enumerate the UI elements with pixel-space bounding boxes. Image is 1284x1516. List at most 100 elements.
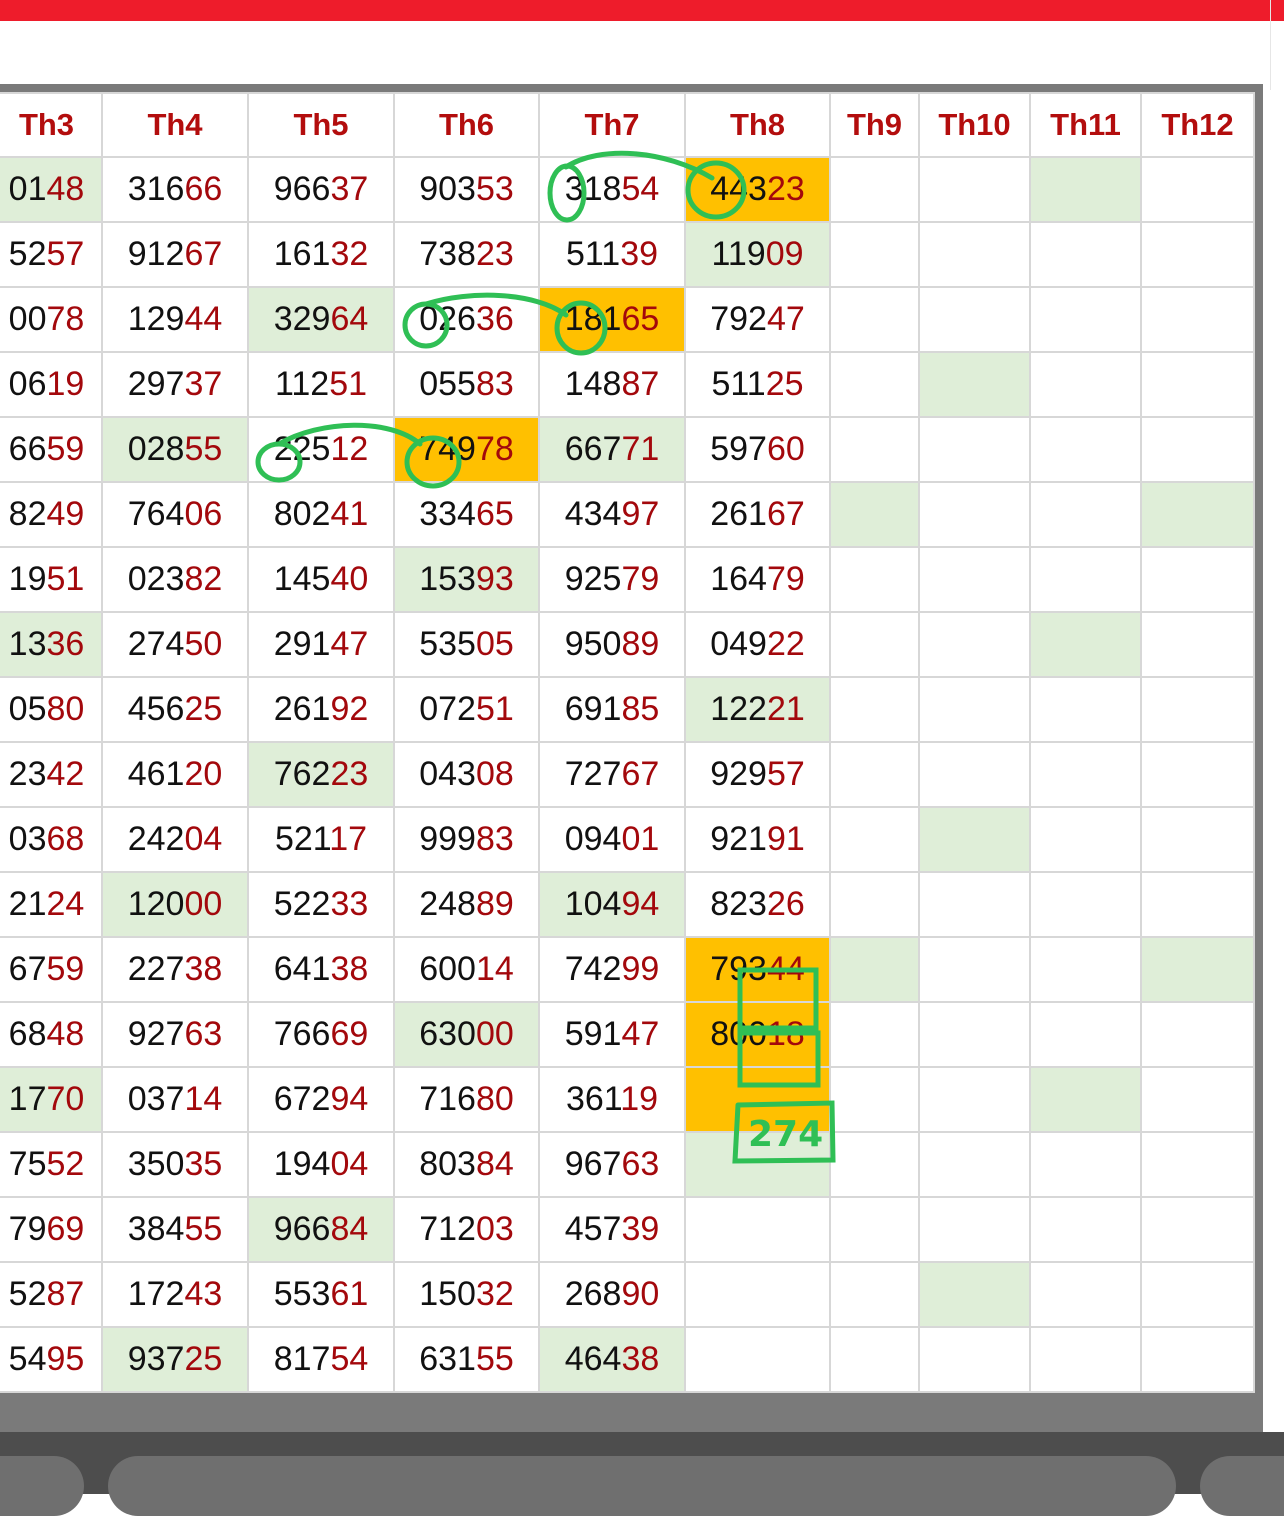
result-cell <box>829 806 920 873</box>
result-cell: 16132 <box>247 221 395 288</box>
result-cell: 73823 <box>393 221 540 288</box>
result-cell <box>918 806 1031 873</box>
cell-tail-digits: 57 <box>766 755 805 793</box>
result-cell: 6848 <box>0 1001 103 1068</box>
cell-tail-digits: 83 <box>475 365 514 403</box>
result-cell <box>918 481 1031 548</box>
result-cell: 59760 <box>684 416 831 483</box>
result-cell <box>1029 351 1142 418</box>
result-cell: 12000 <box>101 871 249 938</box>
cell-lead-digits: 094 <box>564 820 622 858</box>
result-cell: 02855 <box>101 416 249 483</box>
cell-tail-digits: 61 <box>330 1275 369 1313</box>
address-bar[interactable] <box>108 1456 1176 1516</box>
result-cell <box>1140 676 1255 743</box>
result-cell <box>1029 156 1142 223</box>
result-cell <box>1029 481 1142 548</box>
result-cell: 96637 <box>247 156 395 223</box>
result-cell <box>918 416 1031 483</box>
cell-lead-digits: 937 <box>127 1340 185 1378</box>
cell-tail-digits: 82 <box>184 560 223 598</box>
cell-tail-digits: 00 <box>184 885 223 923</box>
result-cell <box>829 1326 920 1393</box>
cell-lead-digits: 597 <box>710 430 767 468</box>
cell-lead-digits: 037 <box>127 1080 185 1118</box>
cell-tail-digits: 50 <box>184 625 223 663</box>
result-cell <box>829 1196 920 1263</box>
result-cell <box>1029 221 1142 288</box>
cell-tail-digits: 67 <box>766 495 805 533</box>
cell-lead-digits: 227 <box>127 950 185 988</box>
cell-tail-digits: 39 <box>621 1210 660 1248</box>
result-cell: 03714 <box>101 1066 249 1133</box>
result-cell: 29737 <box>101 351 249 418</box>
result-cell: 27450 <box>101 611 249 678</box>
result-cell: 2124 <box>0 871 103 938</box>
result-cell <box>829 676 920 743</box>
cell-tail-digits: 44 <box>184 300 223 338</box>
result-cell: 82326 <box>684 871 831 938</box>
result-cell <box>1140 546 1255 613</box>
cell-tail-digits: 38 <box>184 950 223 988</box>
cell-tail-digits: 00 <box>475 1015 514 1053</box>
cell-lead-digits: 762 <box>273 755 331 793</box>
cell-tail-digits: 55 <box>184 430 223 468</box>
result-cell: 55361 <box>247 1261 395 1328</box>
cell-lead-digits: 68 <box>8 1015 47 1053</box>
cell-tail-digits: 60 <box>766 430 805 468</box>
cell-tail-digits: 14 <box>475 950 514 988</box>
cell-lead-digits: 13 <box>8 625 47 663</box>
result-cell: 14887 <box>538 351 686 418</box>
result-cell <box>918 286 1031 353</box>
result-cell: 93725 <box>101 1326 249 1393</box>
cell-lead-digits: 716 <box>419 1080 476 1118</box>
result-cell: 96684 <box>247 1196 395 1263</box>
cell-lead-digits: 05 <box>8 690 47 728</box>
result-cell <box>918 936 1031 1003</box>
cell-tail-digits: 51 <box>46 560 85 598</box>
result-cell: 15393 <box>393 546 540 613</box>
cell-lead-digits: 712 <box>419 1210 476 1248</box>
result-cell: 66771 <box>538 416 686 483</box>
result-cell: 74978 <box>393 416 540 483</box>
result-cell <box>829 1131 920 1198</box>
result-cell <box>918 546 1031 613</box>
result-cell <box>829 741 920 808</box>
cell-lead-digits: 119 <box>711 235 766 273</box>
cell-tail-digits: 93 <box>475 560 514 598</box>
result-cell: 79247 <box>684 286 831 353</box>
table-row: 8249 76406 80241 33465 43497 26167 <box>0 481 1255 548</box>
column-header: Th12 <box>1140 92 1255 158</box>
table-row: 6848 92763 76669 63000 59147 80018 <box>0 1001 1255 1068</box>
cell-lead-digits: 361 <box>565 1080 621 1118</box>
result-cell: 80241 <box>247 481 395 548</box>
cell-lead-digits: 329 <box>273 300 331 338</box>
cell-tail-digits: 25 <box>765 365 804 403</box>
cell-tail-digits: 63 <box>184 1015 223 1053</box>
column-header: Th8 <box>684 92 831 158</box>
result-cell <box>918 611 1031 678</box>
cell-lead-digits: 929 <box>710 755 767 793</box>
cell-lead-digits: 925 <box>564 560 622 598</box>
cell-tail-digits: 36 <box>475 300 514 338</box>
column-header: Th7 <box>538 92 686 158</box>
result-cell: 22512 <box>247 416 395 483</box>
result-cell <box>829 871 920 938</box>
result-cell: 0368 <box>0 806 103 873</box>
cell-lead-digits: 800 <box>710 1015 767 1053</box>
cell-lead-digits: 072 <box>419 690 476 728</box>
cell-lead-digits: 261 <box>710 495 767 533</box>
header-row: Th3 Th4 Th5 Th6 Th7 Th8 Th9 Th10 Th11 Th12 <box>0 92 1255 158</box>
cell-lead-digits: 21 <box>8 885 47 923</box>
results-table: Th3 Th4 Th5 Th6 Th7 Th8 Th9 Th10 Th11 Th12 0148 31… <box>0 92 1255 1393</box>
result-cell <box>829 351 920 418</box>
result-cell: 69185 <box>538 676 686 743</box>
cell-lead-digits: 297 <box>127 365 185 403</box>
cell-lead-digits: 912 <box>127 235 185 273</box>
result-cell: 60014 <box>393 936 540 1003</box>
toolbar-button-left[interactable] <box>0 1456 84 1516</box>
toolbar-button-right[interactable] <box>1200 1456 1284 1516</box>
table-row: 1951 02382 14540 15393 92579 16479 <box>0 546 1255 613</box>
bottom-toolbar <box>0 1432 1284 1516</box>
result-cell: 18165 <box>538 286 686 353</box>
